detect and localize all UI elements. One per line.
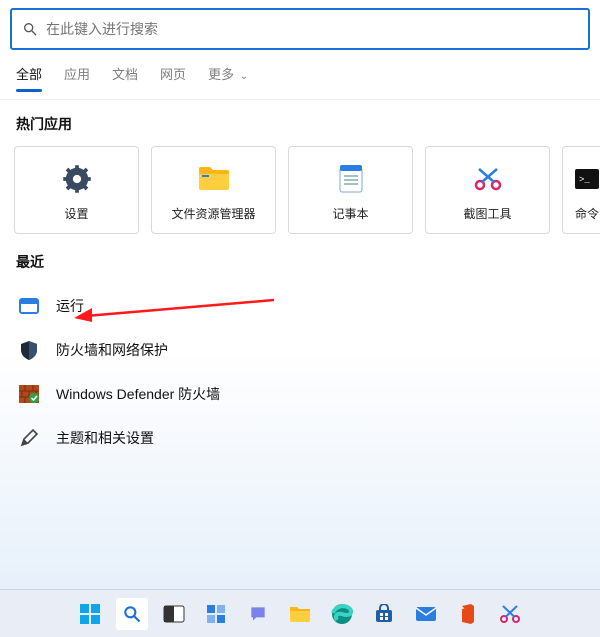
section-top-apps-label: 热门应用	[0, 100, 600, 140]
recent-label: 防火墙和网络保护	[56, 340, 168, 360]
recent-list: 运行 防火墙和网络保护 Windows Defender 防火墙 主题和相关设置	[0, 278, 600, 466]
chevron-down-icon: ⌄	[240, 71, 248, 82]
mail-icon[interactable]	[410, 598, 442, 630]
taskbar	[0, 589, 600, 637]
gear-icon	[62, 159, 92, 199]
tab-web[interactable]: 网页	[160, 64, 186, 91]
app-card-cmd[interactable]: >_ 命令	[562, 146, 600, 234]
chat-icon[interactable]	[242, 598, 274, 630]
edge-icon[interactable]	[326, 598, 358, 630]
search-bar[interactable]	[10, 8, 590, 50]
tab-more[interactable]: 更多 ⌄	[208, 64, 248, 91]
app-card-notepad[interactable]: 记事本	[288, 146, 413, 234]
folder-icon	[198, 159, 230, 199]
filter-tabs: 全部 应用 文档 网页 更多 ⌄	[0, 50, 600, 100]
tab-all[interactable]: 全部	[16, 64, 42, 91]
recent-item-firewall[interactable]: 防火墙和网络保护	[12, 328, 588, 372]
start-icon[interactable]	[74, 598, 106, 630]
app-label: 设置	[64, 205, 88, 222]
app-card-snip[interactable]: 截图工具	[425, 146, 550, 234]
recent-item-themes[interactable]: 主题和相关设置	[12, 416, 588, 460]
notepad-icon	[338, 159, 364, 199]
app-label: 记事本	[332, 205, 368, 222]
recent-label: 运行	[56, 296, 84, 316]
shield-icon	[18, 340, 40, 360]
tab-docs[interactable]: 文档	[112, 64, 138, 91]
scissors-icon	[473, 159, 503, 199]
app-card-explorer[interactable]: 文件资源管理器	[151, 146, 276, 234]
pen-icon	[18, 428, 40, 448]
taskview-icon[interactable]	[158, 598, 190, 630]
tab-more-label: 更多	[208, 67, 234, 82]
app-card-settings[interactable]: 设置	[14, 146, 139, 234]
explorer-taskbar-icon[interactable]	[284, 598, 316, 630]
recent-label: 主题和相关设置	[56, 428, 154, 448]
recent-label: Windows Defender 防火墙	[56, 384, 220, 404]
app-label: 截图工具	[463, 205, 511, 222]
widgets-icon[interactable]	[200, 598, 232, 630]
tab-apps[interactable]: 应用	[64, 64, 90, 91]
svg-text:>_: >_	[579, 175, 590, 185]
brick-wall-icon	[18, 385, 40, 403]
store-icon[interactable]	[368, 598, 400, 630]
search-taskbar-icon[interactable]	[116, 598, 148, 630]
office-icon[interactable]	[452, 598, 484, 630]
app-label: 文件资源管理器	[171, 205, 255, 222]
top-apps-row: 设置 文件资源管理器 记事本 截图工具 >_ 命令	[0, 140, 600, 238]
app-label: 命令	[575, 205, 599, 222]
terminal-icon: >_	[574, 159, 600, 199]
snip-taskbar-icon[interactable]	[494, 598, 526, 630]
recent-item-defender-firewall[interactable]: Windows Defender 防火墙	[12, 372, 588, 416]
section-recent-label: 最近	[0, 238, 600, 278]
search-input[interactable]	[46, 21, 578, 37]
recent-item-run[interactable]: 运行	[12, 284, 588, 328]
search-icon	[22, 21, 38, 37]
run-icon	[18, 298, 40, 314]
